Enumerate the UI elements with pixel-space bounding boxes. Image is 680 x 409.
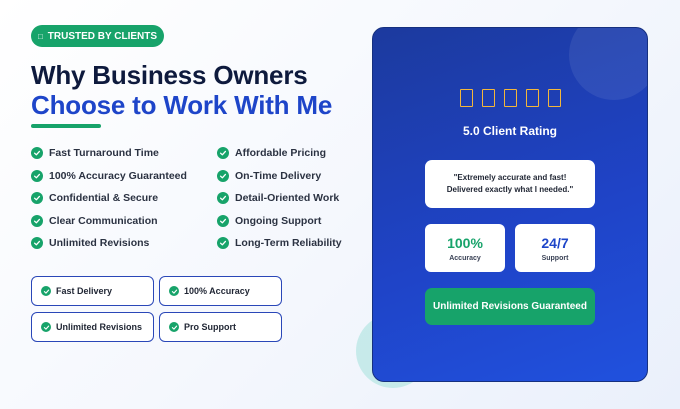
feature-label: Ongoing Support [235, 214, 322, 227]
quote-line-1: "Extremely accurate and fast! [453, 173, 567, 182]
feature-label: Fast Turnaround Time [49, 147, 159, 160]
chip-accuracy: 100% Accuracy [159, 276, 282, 306]
feature-item: Ongoing Support [217, 210, 367, 233]
feature-item: Clear Communication [31, 210, 217, 233]
feature-label: Detail-Oriented Work [235, 192, 340, 205]
stat-value: 100% [447, 234, 483, 251]
check-circle-icon [217, 237, 229, 250]
check-circle-icon [31, 192, 43, 205]
feature-label: Clear Communication [49, 214, 158, 227]
chip-fast-delivery: Fast Delivery [31, 276, 154, 306]
stat-support: 24/7 Support [515, 224, 595, 272]
chip-label: Pro Support [184, 322, 236, 332]
feature-item: Affordable Pricing [217, 142, 367, 165]
feature-label: Confidential & Secure [49, 192, 159, 205]
shield-icon: □ [37, 31, 43, 41]
stat-value: 24/7 [541, 234, 569, 251]
feature-label: Unlimited Revisions [49, 237, 150, 250]
title-underline [31, 124, 101, 128]
testimonial-quote: "Extremely accurate and fast! Delivered … [425, 160, 595, 208]
star-icon [525, 89, 539, 107]
feature-item: Detail-Oriented Work [217, 187, 367, 210]
feature-label: Long-Term Reliability [235, 237, 342, 250]
feature-item: Confidential & Secure [31, 187, 217, 210]
unlimited-revisions-button[interactable]: Unlimited Revisions Guaranteed [425, 288, 595, 325]
badge-label: TRUSTED BY CLIENTS [47, 30, 158, 42]
feature-item: Unlimited Revisions [31, 232, 217, 255]
check-circle-icon [31, 169, 43, 182]
check-circle-icon [31, 237, 43, 250]
feature-item: 100% Accuracy Guaranteed [31, 165, 217, 188]
feature-item: Long-Term Reliability [217, 232, 367, 255]
headline-line-1: Why Business Owners [31, 60, 308, 90]
feature-label: Affordable Pricing [235, 147, 327, 160]
check-circle-icon [31, 147, 43, 160]
stat-label: Support [541, 254, 569, 262]
stat-label: Accuracy [449, 254, 481, 262]
page-title: Why Business Owners Choose to Work With … [31, 60, 332, 120]
check-circle-icon [41, 286, 51, 296]
chip-label: Unlimited Revisions [56, 322, 143, 332]
feature-item: On-Time Delivery [217, 165, 367, 188]
star-icon [459, 89, 473, 107]
check-circle-icon [217, 147, 229, 160]
star-icon [547, 89, 561, 107]
check-circle-icon [169, 322, 179, 332]
trusted-badge: □ TRUSTED BY CLIENTS [31, 25, 164, 47]
check-circle-icon [217, 192, 229, 205]
feature-item: Fast Turnaround Time [31, 142, 217, 165]
chip-unlimited-revisions: Unlimited Revisions [31, 312, 154, 342]
chip-label: 100% Accuracy [184, 286, 250, 296]
rating-card: 5.0 Client Rating "Extremely accurate an… [372, 27, 648, 382]
rating-label: 5.0 Client Rating [462, 124, 557, 138]
check-circle-icon [31, 214, 43, 227]
check-circle-icon [217, 214, 229, 227]
highlight-chips: Fast Delivery 100% Accuracy Unlimited Re… [31, 276, 282, 342]
feature-label: 100% Accuracy Guaranteed [49, 169, 187, 182]
headline-line-2: Choose to Work With Me [31, 90, 333, 120]
check-circle-icon [169, 286, 179, 296]
quote-line-2: Delivered exactly what I needed." [446, 185, 574, 194]
star-rating [373, 89, 647, 107]
check-circle-icon [217, 169, 229, 182]
star-icon [503, 89, 517, 107]
chip-pro-support: Pro Support [159, 312, 282, 342]
stat-accuracy: 100% Accuracy [425, 224, 505, 272]
feature-list: Fast Turnaround Time Affordable Pricing … [31, 142, 371, 255]
chip-label: Fast Delivery [56, 286, 113, 296]
feature-label: On-Time Delivery [235, 169, 322, 182]
check-circle-icon [41, 322, 51, 332]
star-icon [481, 89, 495, 107]
